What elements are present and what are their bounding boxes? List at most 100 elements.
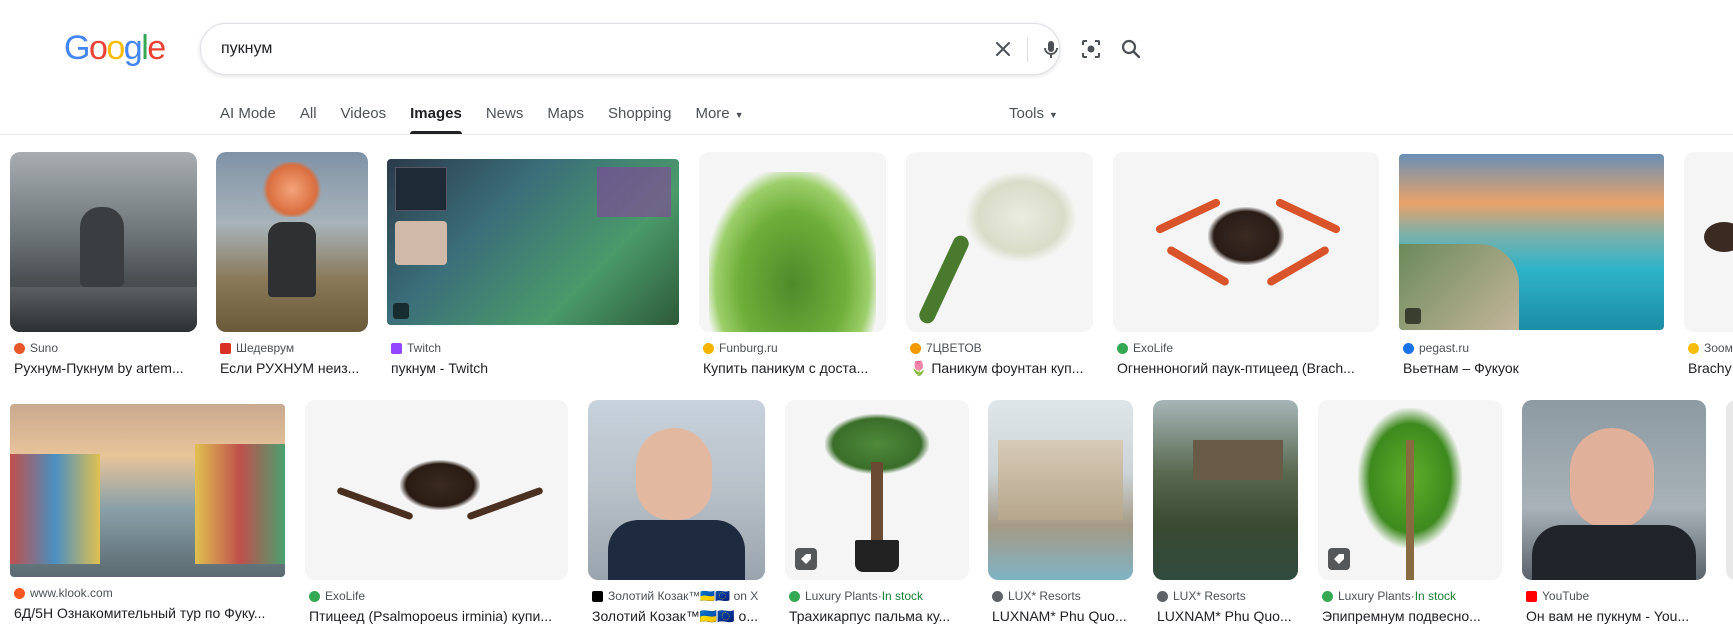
lux-favicon	[1157, 590, 1168, 602]
product-tag-icon	[795, 548, 817, 570]
tab-videos[interactable]: Videos	[341, 98, 387, 134]
result-caption[interactable]: Вьетнам – Фукуок	[1403, 359, 1664, 377]
product-tag-icon	[1328, 548, 1350, 570]
result-caption[interactable]: 🌷 Паникум фоунтан куп...	[910, 359, 1093, 377]
result-caption[interactable]: Он вам не пукнум - You...	[1526, 607, 1706, 625]
result-thumbnail[interactable]	[588, 400, 765, 580]
image-result[interactable]: LUX* Resorts LUXNAM* Phu Quo...	[988, 400, 1133, 627]
result-thumbnail[interactable]	[906, 152, 1093, 332]
image-result[interactable]: Twitch пукнум - Twitch	[387, 152, 679, 382]
camera-lens-icon[interactable]	[1077, 35, 1105, 63]
result-thumbnail[interactable]	[1399, 154, 1664, 330]
result-thumbnail[interactable]	[387, 159, 679, 325]
image-result[interactable]: LUX* Resorts LUXNAM* Phu Quo...	[1153, 400, 1298, 627]
result-source[interactable]: Suno	[14, 340, 197, 356]
search-icon[interactable]	[1117, 35, 1145, 63]
result-caption[interactable]: Золотий Козак™🇺🇦🇪🇺 о...	[592, 607, 765, 625]
result-source[interactable]: Luxury Plants · In stock	[789, 588, 969, 604]
search-input[interactable]	[221, 24, 861, 74]
result-source[interactable]: Funburg.ru	[703, 340, 886, 356]
result-source[interactable]: Шедеврум	[220, 340, 368, 356]
microphone-icon[interactable]	[1037, 35, 1065, 63]
caret-down-icon: ▼	[1049, 110, 1058, 120]
result-thumbnail[interactable]	[10, 404, 285, 577]
result-thumbnail[interactable]	[1522, 400, 1706, 580]
source-name: LUX* Resorts	[1008, 589, 1081, 603]
tab-shopping[interactable]: Shopping	[608, 98, 671, 134]
result-thumbnail[interactable]	[1684, 152, 1733, 332]
result-source[interactable]: Twitch	[391, 340, 679, 356]
tab-more[interactable]: More ▼	[695, 98, 743, 134]
image-result[interactable]	[1726, 400, 1733, 627]
result-thumbnail[interactable]	[988, 400, 1133, 580]
result-thumbnail[interactable]	[216, 152, 368, 332]
result-source[interactable]: LUX* Resorts	[1157, 588, 1298, 604]
image-result[interactable]: ExoLife Птицеед (Psalmopoeus irminia) ку…	[305, 400, 568, 627]
image-result[interactable]: pegast.ru Вьетнам – Фукуок	[1399, 152, 1664, 382]
result-thumbnail[interactable]	[1113, 152, 1379, 332]
result-thumbnail[interactable]	[305, 400, 568, 580]
logo-letter: o	[88, 29, 108, 67]
tab-news[interactable]: News	[486, 98, 524, 134]
result-caption[interactable]: Купить паникум с доста...	[703, 359, 886, 377]
result-caption[interactable]: Brachy	[1688, 359, 1733, 377]
tab-all[interactable]: All	[300, 98, 317, 134]
search-divider	[1027, 38, 1028, 62]
image-result[interactable]: Золотий Козак™🇺🇦🇪🇺 on X Золотий Козак™🇺🇦…	[588, 400, 765, 627]
luxuryplants-favicon	[1322, 590, 1333, 602]
image-result[interactable]: Funburg.ru Купить паникум с доста...	[699, 152, 886, 382]
image-result[interactable]: Luxury Plants · In stock Эпипремнум подв…	[1318, 400, 1502, 627]
tab-ai-mode[interactable]: AI Mode	[220, 98, 276, 134]
result-caption[interactable]: LUXNAM* Phu Quo...	[992, 607, 1133, 625]
result-thumbnail[interactable]	[1726, 400, 1733, 580]
image-result[interactable]: YouTube Он вам не пукнум - You...	[1522, 400, 1706, 627]
result-caption[interactable]: Огненноногий паук-птицеед (Brach...	[1117, 359, 1379, 377]
result-source[interactable]: 7ЦВЕТОВ	[910, 340, 1093, 356]
source-name: ExoLife	[1133, 341, 1174, 355]
stock-status: In stock	[881, 589, 924, 603]
google-logo[interactable]: Google	[64, 28, 166, 68]
result-thumbnail[interactable]	[1153, 400, 1298, 580]
result-source[interactable]: Зоом	[1688, 340, 1733, 356]
image-result[interactable]: www.klook.com 6Д/5Н Ознакомительный тур …	[10, 400, 285, 627]
result-source[interactable]: Золотий Козак™🇺🇦🇪🇺 on X	[592, 588, 765, 604]
source-name: Шедеврум	[236, 341, 295, 355]
result-source[interactable]: pegast.ru	[1403, 340, 1664, 356]
image-result[interactable]: 7ЦВЕТОВ 🌷 Паникум фоунтан куп...	[906, 152, 1093, 382]
image-result[interactable]: Шедеврум Если РУХНУМ неиз...	[216, 152, 368, 382]
result-caption[interactable]: Птицеед (Psalmopoeus irminia) купи...	[309, 607, 568, 625]
tab-images[interactable]: Images	[410, 98, 462, 134]
lux-favicon	[992, 590, 1003, 602]
image-result[interactable]: Luxury Plants · In stock Трахикарпус пал…	[785, 400, 969, 627]
result-caption[interactable]: Эпипремнум подвесно...	[1322, 607, 1502, 625]
result-source[interactable]: www.klook.com	[14, 585, 285, 601]
image-badge-icon	[1405, 308, 1421, 324]
logo-letter: g	[123, 29, 143, 67]
search-box	[200, 23, 1141, 75]
result-caption[interactable]: пукнум - Twitch	[391, 359, 679, 377]
twitch-favicon	[391, 342, 402, 354]
result-caption[interactable]: Если РУХНУМ неиз...	[220, 359, 368, 377]
tools-button[interactable]: Tools ▼	[1009, 98, 1058, 131]
image-result[interactable]: Зоом Brachy	[1684, 152, 1733, 382]
result-source[interactable]: LUX* Resorts	[992, 588, 1133, 604]
result-caption[interactable]: Трахикарпус пальма ку...	[789, 607, 969, 625]
source-name: Funburg.ru	[719, 341, 778, 355]
image-result[interactable]: ExoLife Огненноногий паук-птицеед (Brach…	[1113, 152, 1379, 382]
result-caption[interactable]: LUXNAM* Phu Quo...	[1157, 607, 1298, 625]
result-caption[interactable]: Рухнум-Пукнум by artem...	[14, 359, 197, 377]
image-result[interactable]: Suno Рухнум-Пукнум by artem...	[10, 152, 197, 382]
result-source[interactable]: ExoLife	[1117, 340, 1379, 356]
result-source[interactable]: Luxury Plants · In stock	[1322, 588, 1502, 604]
flower-favicon	[910, 342, 921, 354]
result-thumbnail[interactable]	[1318, 400, 1502, 580]
result-source[interactable]: ExoLife	[309, 588, 568, 604]
result-source[interactable]: YouTube	[1526, 588, 1706, 604]
tab-maps[interactable]: Maps	[547, 98, 584, 134]
source-name: Зоом	[1704, 341, 1733, 355]
result-thumbnail[interactable]	[785, 400, 969, 580]
result-thumbnail[interactable]	[10, 152, 197, 332]
result-thumbnail[interactable]	[699, 152, 886, 332]
result-caption[interactable]: 6Д/5Н Ознакомительный тур по Фуку...	[14, 604, 285, 622]
clear-icon[interactable]	[989, 35, 1017, 63]
